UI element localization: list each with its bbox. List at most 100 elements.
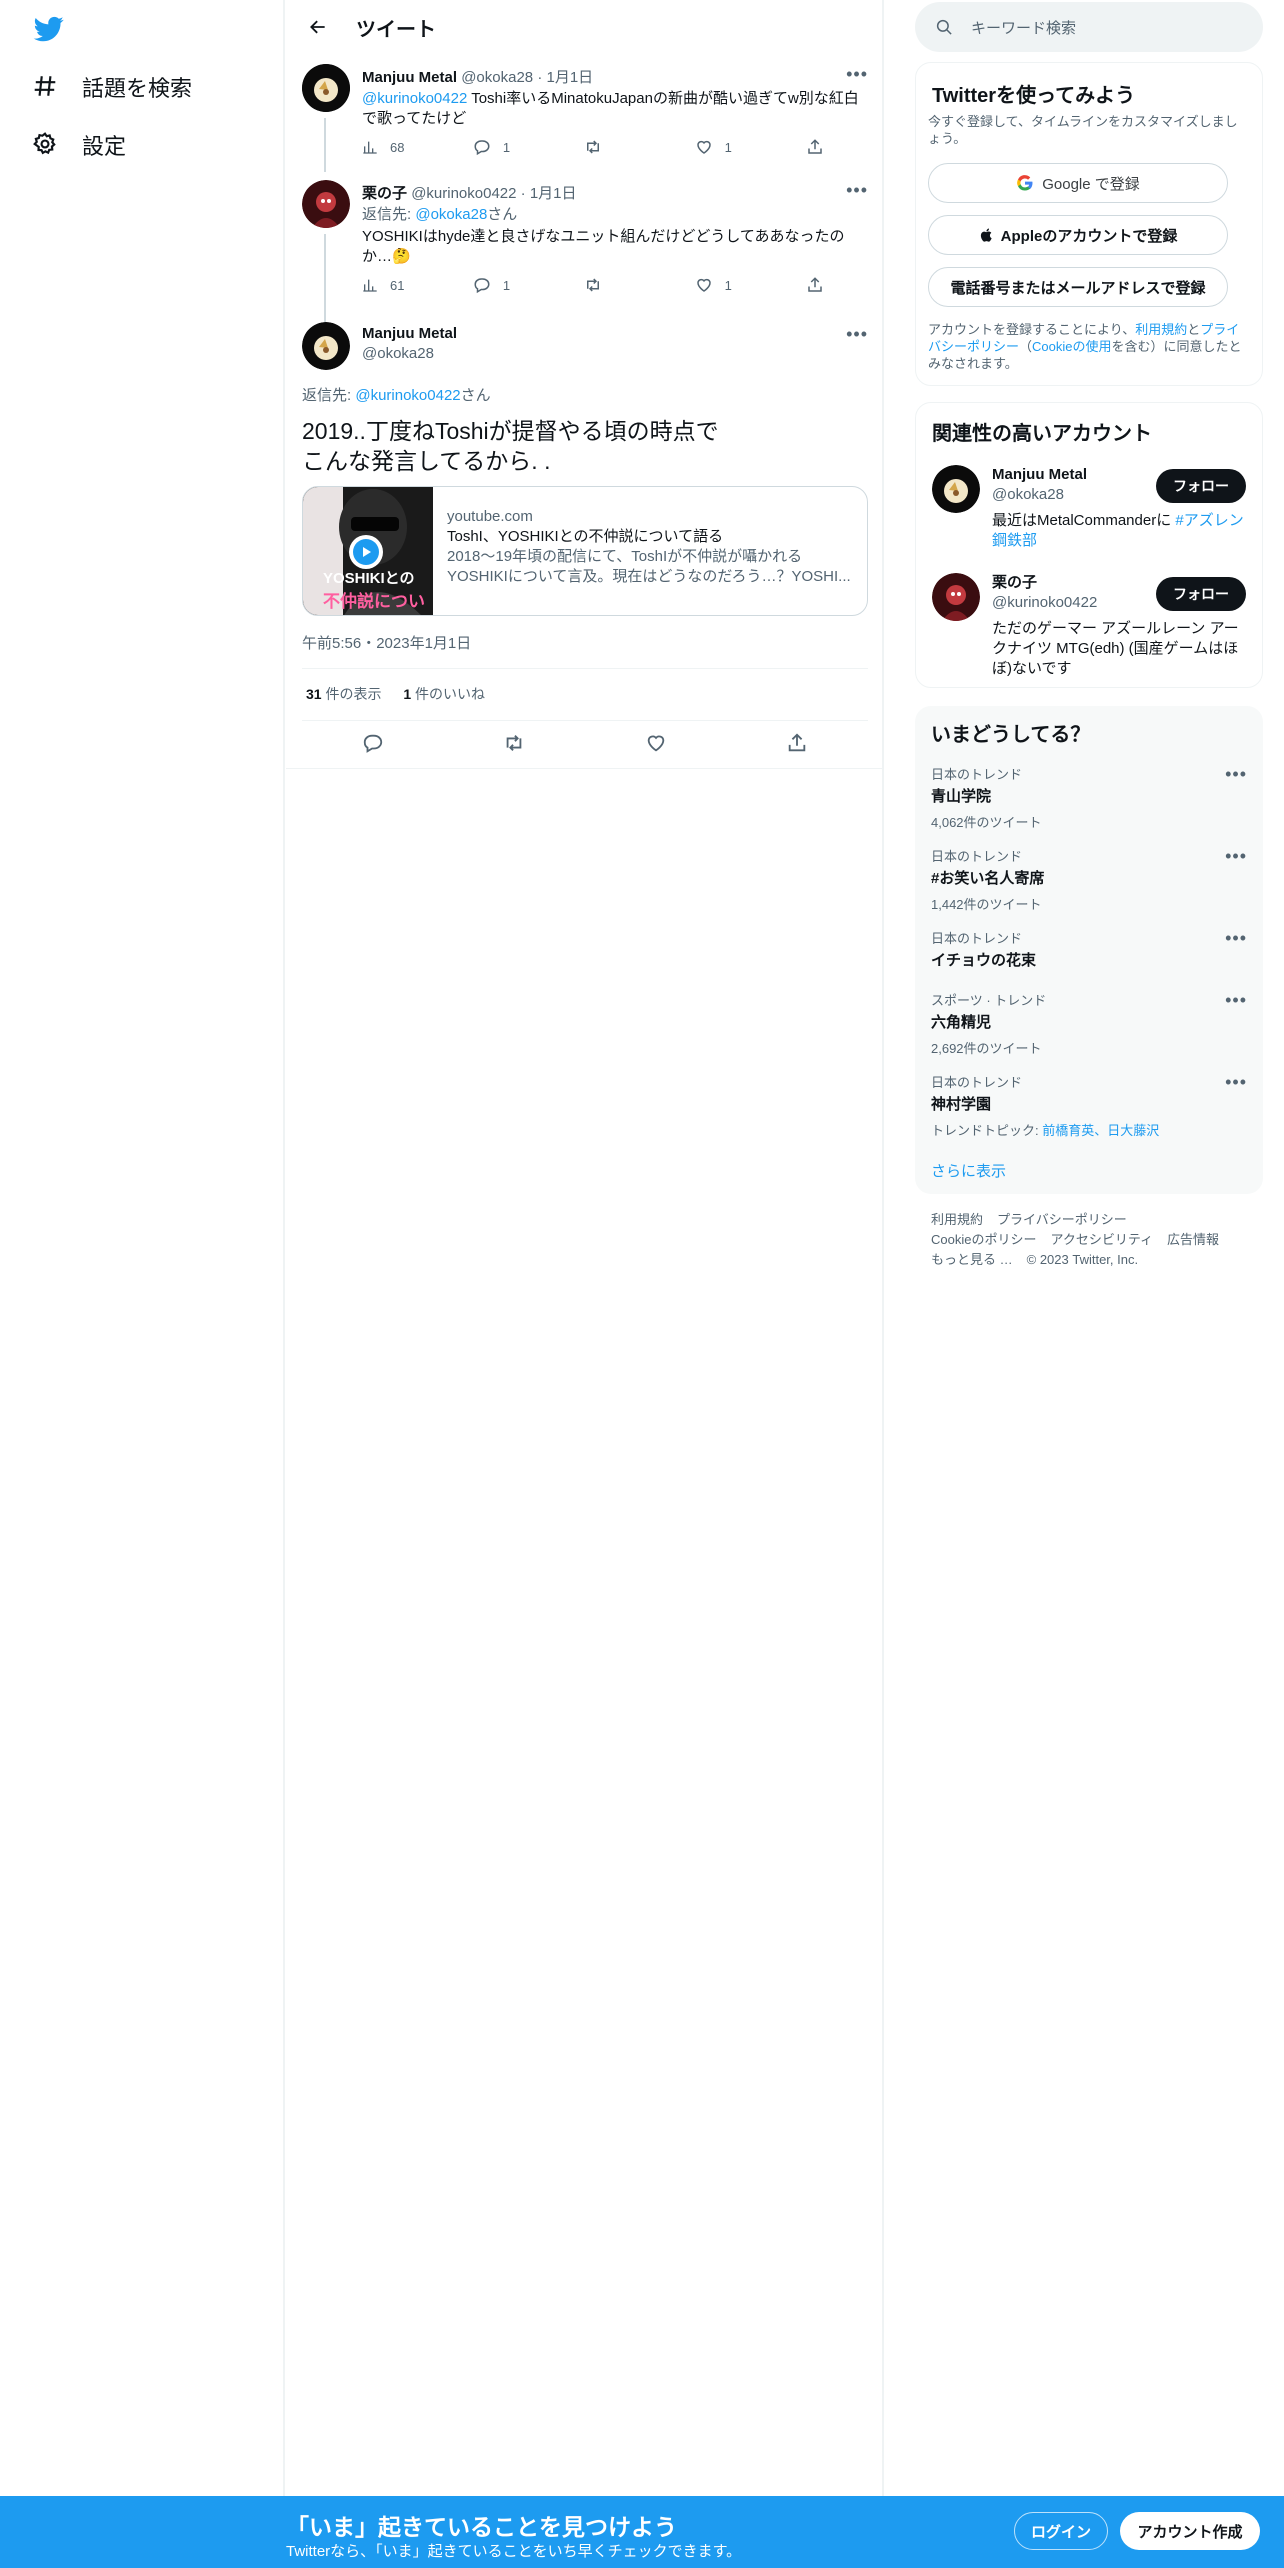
retweet-button[interactable]: [584, 138, 695, 156]
like-button[interactable]: 1: [695, 276, 806, 294]
thumbnail-caption: 不仲説について: [323, 592, 425, 611]
terms-link[interactable]: 利用規約: [1135, 322, 1187, 337]
author-handle[interactable]: @okoka28: [362, 344, 457, 364]
tweet-timestamp[interactable]: 午前5:56・2023年1月1日: [302, 632, 471, 653]
nav-explore[interactable]: 話題を検索: [32, 62, 192, 112]
search-input[interactable]: キーワード検索: [971, 17, 1076, 38]
show-more-link[interactable]: さらに表示: [931, 1160, 1006, 1181]
like-button[interactable]: 1: [695, 138, 806, 156]
reply-button[interactable]: 1: [473, 138, 584, 156]
share-icon: [789, 733, 806, 752]
retweet-button[interactable]: [584, 276, 695, 294]
tweet-header: Manjuu Metal @okoka28 · 1月1日: [362, 66, 868, 87]
back-arrow-icon[interactable]: [300, 9, 336, 45]
login-button[interactable]: ログイン: [1014, 2512, 1108, 2550]
avatar[interactable]: [932, 465, 980, 513]
trend-item[interactable]: 日本のトレンド #お笑い名人寄席 1,442件のツイート •••: [931, 846, 1247, 913]
account-name[interactable]: Manjuu Metal: [992, 465, 1087, 485]
more-options-icon[interactable]: •••: [846, 324, 868, 345]
divider: [286, 768, 884, 769]
related-account[interactable]: 栗の子 @kurinoko0422 フォロー ただのゲーマー アズールレーン ア…: [916, 571, 1262, 681]
nav-settings[interactable]: 設定: [32, 120, 126, 170]
tweet-date[interactable]: 1月1日: [530, 185, 577, 202]
reply-to-link[interactable]: @okoka28: [415, 206, 487, 223]
avatar[interactable]: [932, 573, 980, 621]
trend-item[interactable]: 日本のトレンド 神村学園 トレンドトピック: 前橋育英、日大藤沢 •••: [931, 1072, 1247, 1139]
trend-name: イチョウの花束: [931, 952, 1037, 969]
cookie-link[interactable]: Cookieの使用: [1032, 339, 1111, 354]
thread-tweet[interactable]: 栗の子 @kurinoko0422 · 1月1日 返信先: @okoka28さん…: [286, 178, 884, 366]
twitter-logo-icon[interactable]: [32, 14, 66, 44]
footer-more-link[interactable]: もっと見る …: [931, 1252, 1013, 1267]
reply-button[interactable]: [362, 732, 384, 759]
more-options-icon[interactable]: •••: [1225, 764, 1247, 785]
share-button[interactable]: [786, 732, 808, 759]
search-icon: [936, 19, 952, 35]
trend-item[interactable]: 日本のトレンド 青山学院 4,062件のツイート •••: [931, 764, 1247, 831]
reply-to-link[interactable]: @kurinoko0422: [355, 387, 460, 404]
trend-topic-links[interactable]: 前橋育英、日大藤沢: [1042, 1123, 1159, 1138]
views-icon: [363, 279, 377, 292]
more-options-icon[interactable]: •••: [1225, 990, 1247, 1011]
avatar[interactable]: [302, 64, 350, 112]
thread-tweet[interactable]: Manjuu Metal @okoka28 · 1月1日 @kurinoko04…: [286, 62, 884, 172]
tweet-date[interactable]: 1月1日: [546, 69, 593, 86]
divider: [302, 720, 868, 721]
more-options-icon[interactable]: •••: [846, 64, 868, 85]
create-account-button[interactable]: アカウント作成: [1120, 2512, 1260, 2550]
phone-email-signup-button[interactable]: 電話番号またはメールアドレスで登録: [928, 267, 1228, 307]
google-signup-button[interactable]: Google で登録: [928, 163, 1228, 203]
apple-signup-button[interactable]: Appleのアカウントで登録: [928, 215, 1228, 255]
likes-count[interactable]: 1: [403, 686, 411, 702]
related-accounts-panel: 関連性の高いアカウント Manjuu Metal @okoka28 フォロー 最…: [915, 402, 1263, 688]
link-card[interactable]: YOSHIKIとの 不仲説について youtube.com ToshI、YOSH…: [302, 486, 868, 616]
likes-label[interactable]: 件のいいね: [411, 686, 485, 702]
views-button[interactable]: 61: [362, 276, 473, 294]
author-name[interactable]: Manjuu Metal: [362, 69, 457, 86]
more-options-icon[interactable]: •••: [1225, 846, 1247, 867]
play-icon[interactable]: [349, 535, 383, 569]
more-options-icon[interactable]: •••: [1225, 1072, 1247, 1093]
views-button[interactable]: 68: [362, 138, 473, 156]
account-handle[interactable]: @kurinoko0422: [992, 593, 1097, 613]
bio-text: 最近はMetalCommanderに: [992, 512, 1176, 529]
tweet-header: 栗の子 @kurinoko0422 · 1月1日: [362, 182, 868, 203]
footer-accessibility-link[interactable]: アクセシビリティ: [1050, 1232, 1153, 1247]
follow-button[interactable]: フォロー: [1156, 577, 1246, 611]
account-handle[interactable]: @okoka28: [992, 485, 1087, 505]
more-options-icon[interactable]: •••: [846, 180, 868, 201]
reply-icon: [363, 734, 382, 753]
like-button[interactable]: [645, 732, 667, 759]
footer-privacy-link[interactable]: プライバシーポリシー: [997, 1212, 1127, 1227]
account-bio: 最近はMetalCommanderに #アズレン鋼鉄部: [992, 511, 1248, 551]
share-button[interactable]: [806, 138, 824, 156]
footer-cookie-link[interactable]: Cookieのポリシー: [931, 1232, 1036, 1247]
author-handle[interactable]: @okoka28: [461, 69, 533, 86]
mention-link[interactable]: @kurinoko0422: [362, 90, 467, 107]
author-name[interactable]: Manjuu Metal: [362, 324, 457, 344]
thread-connector: [324, 118, 326, 172]
trend-count: 2,692件のツイート: [931, 1041, 1042, 1056]
footer-ads-link[interactable]: 広告情報: [1167, 1232, 1219, 1247]
legal-notice: アカウントを登録することにより、利用規約とプライバシーポリシー（Cookieの使…: [928, 321, 1248, 372]
login-prompt-bar: 「いま」起きていることを見つけよう Twitterなら、「いま」起きていることを…: [0, 2496, 1284, 2568]
tweet-stats: 31 件の表示 1 件のいいね: [306, 684, 485, 704]
views-icon: [363, 141, 377, 154]
author-handle[interactable]: @kurinoko0422: [411, 185, 516, 202]
retweet-button[interactable]: [503, 732, 525, 759]
related-account[interactable]: Manjuu Metal @okoka28 フォロー 最近はMetalComma…: [916, 463, 1262, 563]
more-options-icon[interactable]: •••: [1225, 928, 1247, 949]
tweet-body: YOSHIKIはhyde達と良さげなユニット組んだけどどうしてああなったのか…🤔: [362, 228, 845, 265]
footer-terms-link[interactable]: 利用規約: [931, 1212, 983, 1227]
trend-item[interactable]: スポーツ · トレンド 六角精児 2,692件のツイート •••: [931, 990, 1247, 1057]
follow-button[interactable]: フォロー: [1156, 469, 1246, 503]
card-description: 2018〜19年頃の配信にて、ToshIが不仲説が囁かれる: [447, 548, 803, 565]
reply-button[interactable]: 1: [473, 276, 584, 294]
search-box[interactable]: キーワード検索: [915, 2, 1263, 52]
trend-item[interactable]: 日本のトレンド イチョウの花束 •••: [931, 928, 1247, 970]
avatar[interactable]: [302, 180, 350, 228]
avatar[interactable]: [302, 322, 350, 370]
author-name[interactable]: 栗の子: [362, 185, 407, 202]
share-button[interactable]: [806, 276, 824, 294]
account-name[interactable]: 栗の子: [992, 573, 1097, 593]
